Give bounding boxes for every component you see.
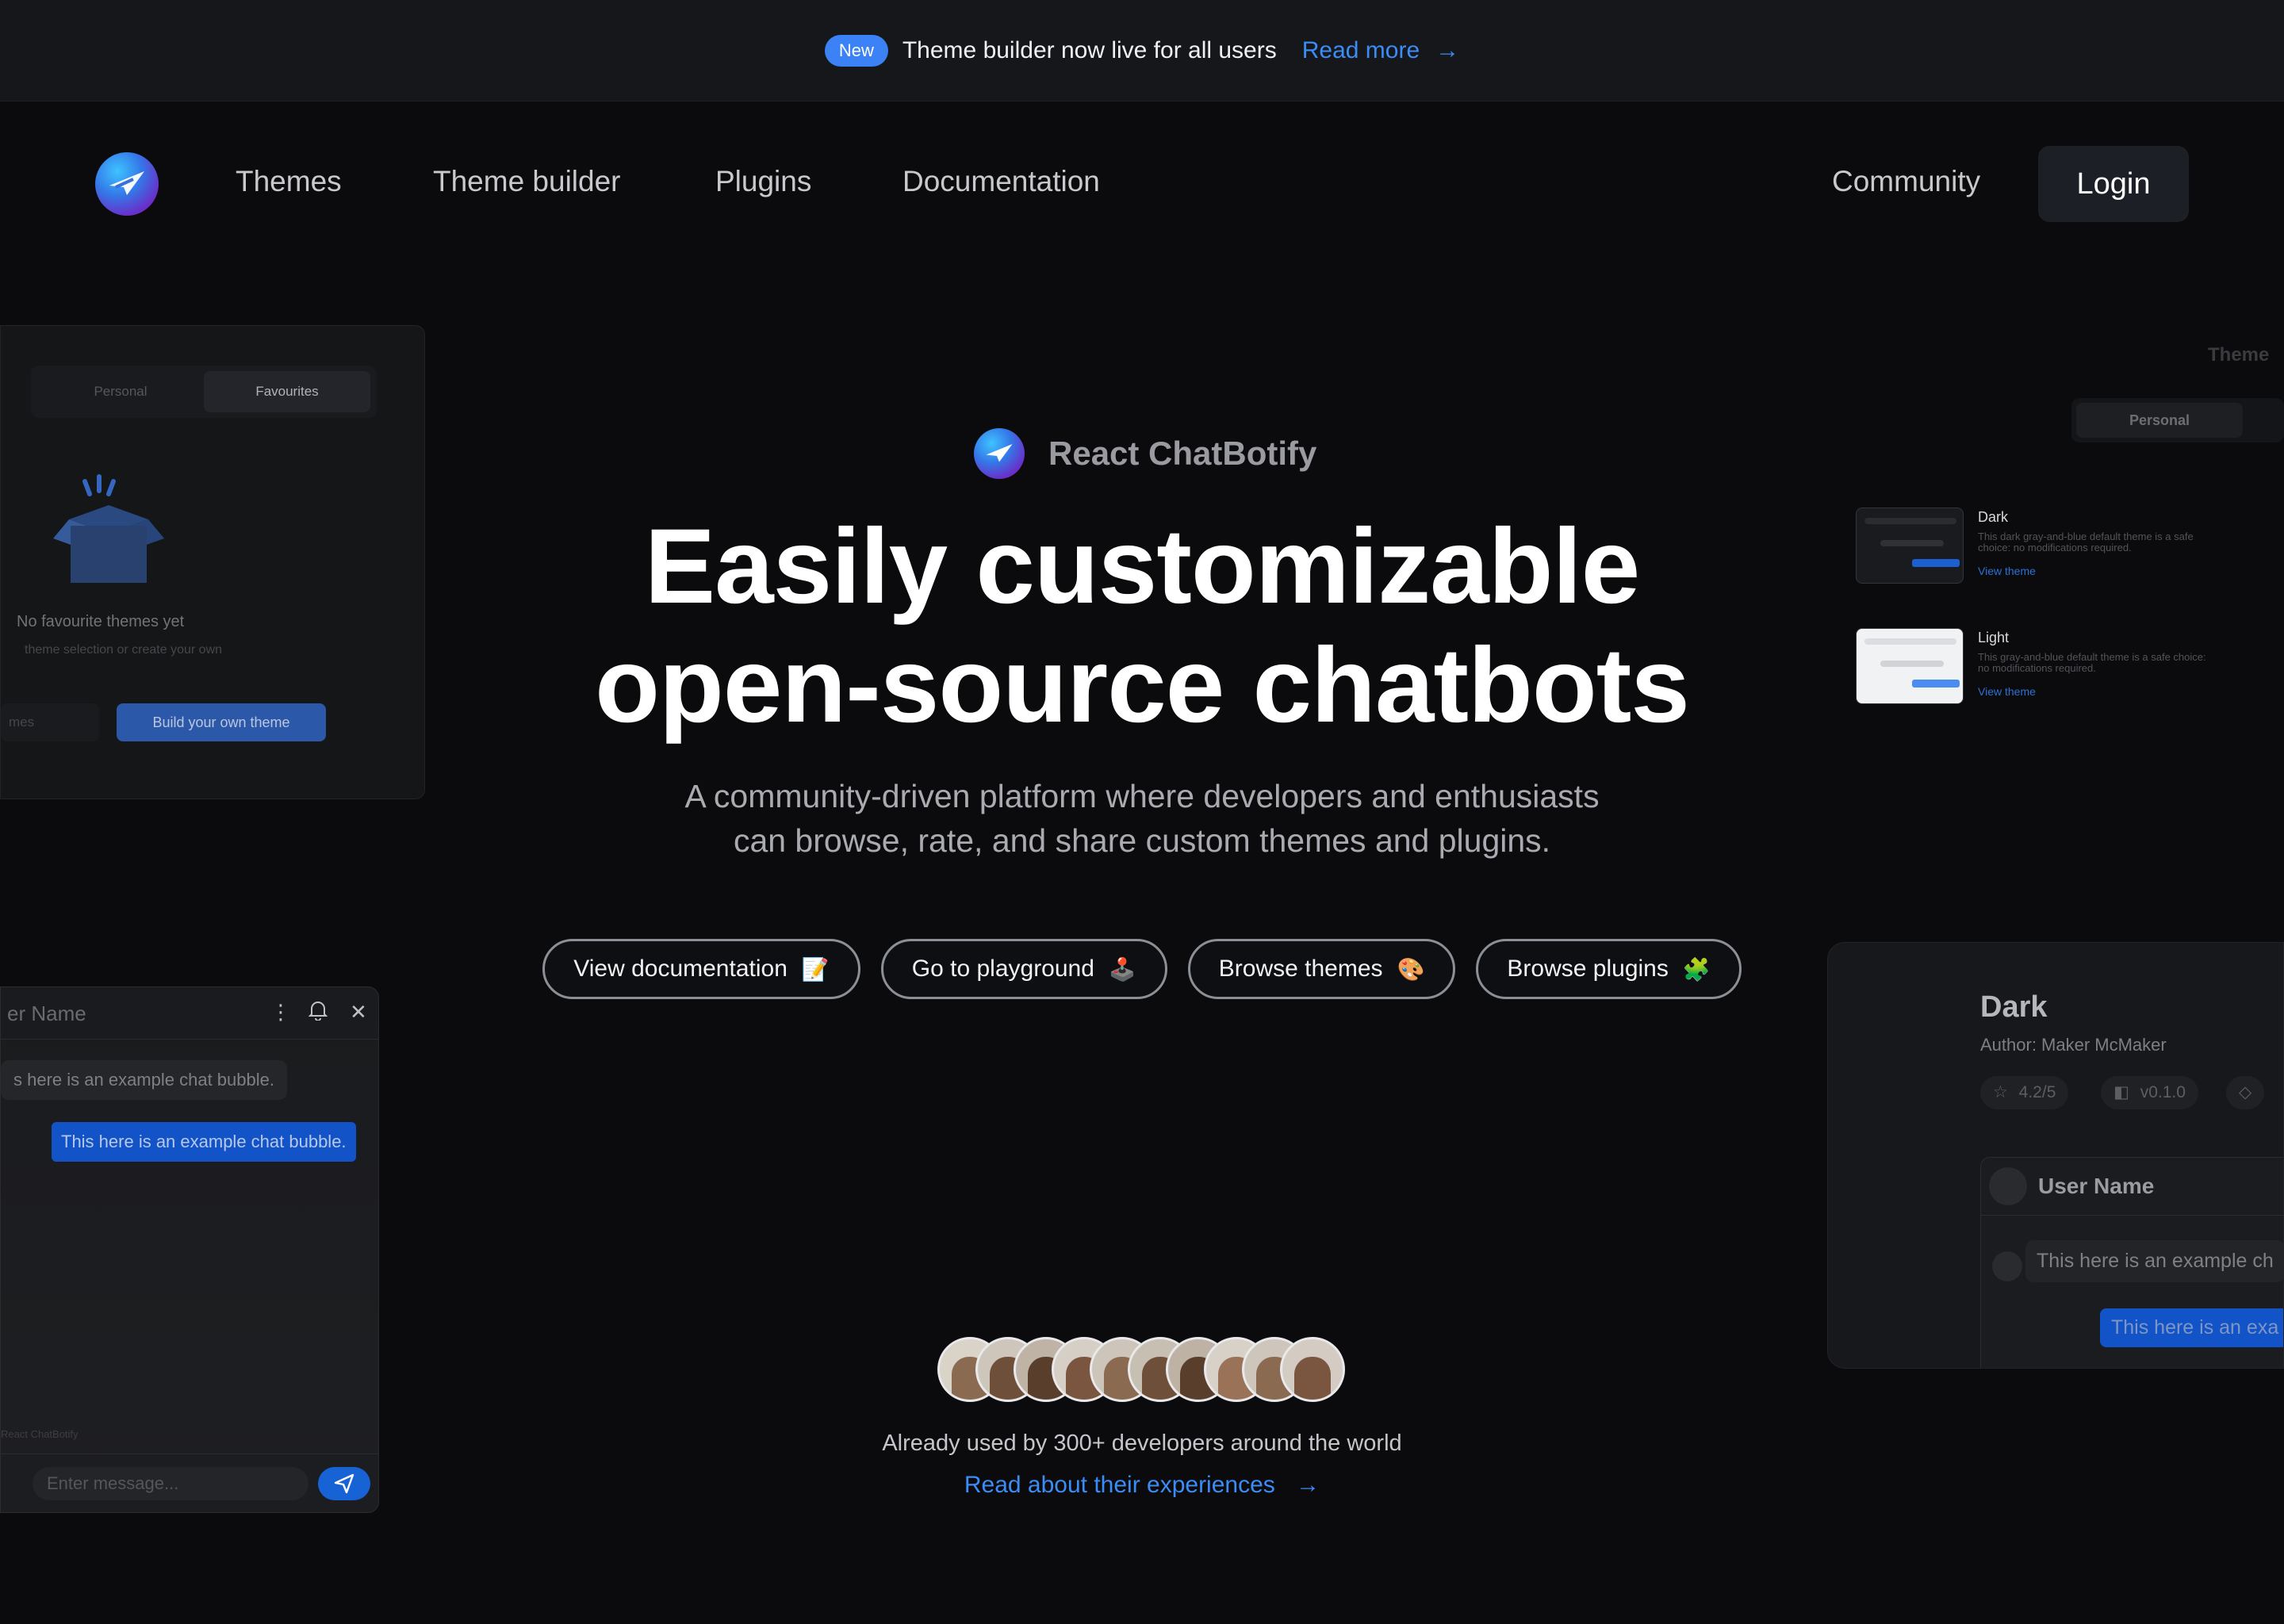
close-icon[interactable]: ✕ bbox=[350, 1000, 367, 1025]
tag-icon: ◇ bbox=[2239, 1083, 2252, 1101]
palette-icon: 🎨 bbox=[1397, 956, 1425, 982]
nav-themes[interactable]: Themes bbox=[236, 165, 342, 198]
announcement-text: Theme builder now live for all users bbox=[902, 36, 1277, 63]
theme-card-dark[interactable]: Dark This dark gray-and-blue default the… bbox=[1854, 508, 2284, 587]
brand-logo-icon bbox=[974, 428, 1025, 479]
tab-personal[interactable]: Personal bbox=[37, 371, 204, 412]
view-documentation-button[interactable]: View documentation 📝 bbox=[542, 939, 860, 999]
more-vertical-icon[interactable]: ⋮ bbox=[270, 1000, 291, 1025]
announcement-bar: New Theme builder now live for all users… bbox=[0, 0, 2284, 102]
developer-avatars bbox=[937, 1337, 1345, 1402]
read-experiences-label: Read about their experiences bbox=[964, 1472, 1275, 1498]
theme-author: Author: Maker McMaker bbox=[1980, 1035, 2167, 1055]
nav-plugins[interactable]: Plugins bbox=[715, 165, 811, 198]
theme-name: Dark bbox=[1978, 509, 2009, 525]
themes-panel-title: Theme bbox=[2208, 344, 2270, 366]
nav-theme-builder[interactable]: Theme builder bbox=[433, 165, 621, 198]
bell-icon[interactable] bbox=[308, 1000, 328, 1026]
chat-header-name: er Name bbox=[7, 1002, 86, 1025]
cta-label: Go to playground bbox=[911, 956, 1094, 982]
joystick-icon: 🕹️ bbox=[1108, 956, 1136, 982]
avatar bbox=[1280, 1337, 1345, 1402]
themes-panel-tabs: Personal bbox=[2071, 398, 2284, 442]
rating-badge: ☆ 4.2/5 bbox=[1980, 1076, 2069, 1109]
login-button[interactable]: Login bbox=[2038, 146, 2189, 222]
tab-personal[interactable]: Personal bbox=[2076, 403, 2243, 438]
nav-documentation[interactable]: Documentation bbox=[902, 165, 1100, 198]
star-icon: ☆ bbox=[1993, 1083, 2008, 1101]
divider bbox=[1981, 1215, 2283, 1216]
version-value: v0.1.0 bbox=[2140, 1083, 2186, 1101]
view-theme-link[interactable]: View theme bbox=[1978, 685, 2036, 698]
arrow-right-icon: → bbox=[1296, 1472, 1320, 1498]
chat-user-name: User Name bbox=[2038, 1174, 2155, 1198]
nav-community[interactable]: Community bbox=[1832, 165, 1980, 198]
theme-chat-preview: User Name This here is an example ch Thi… bbox=[1980, 1157, 2283, 1368]
arrow-right-icon: → bbox=[1435, 36, 1460, 63]
read-more-label: Read more bbox=[1301, 36, 1420, 63]
favourites-tabs: Personal Favourites bbox=[31, 366, 377, 418]
read-experiences-link[interactable]: Read about their experiences → bbox=[0, 1472, 2284, 1499]
new-badge: New bbox=[824, 34, 888, 67]
brand-row: React ChatBotify bbox=[974, 428, 1316, 479]
tab-favourites[interactable]: Favourites bbox=[204, 371, 370, 412]
cta-label: Browse plugins bbox=[1507, 956, 1669, 982]
brand-name: React ChatBotify bbox=[1048, 435, 1317, 472]
theme-detail-panel: Dark Author: Maker McMaker ☆ 4.2/5 ◧ v0.… bbox=[1827, 942, 2284, 1369]
hero-subtitle-line1: A community-driven platform where develo… bbox=[684, 778, 1600, 814]
hero-subtitle: A community-driven platform where develo… bbox=[0, 774, 2284, 863]
logo-icon[interactable] bbox=[95, 152, 159, 216]
avatar bbox=[1989, 1167, 2027, 1205]
theme-detail-title: Dark bbox=[1980, 990, 2048, 1024]
rating-value: 4.2/5 bbox=[2018, 1083, 2056, 1101]
cta-label: View documentation bbox=[573, 956, 788, 982]
version-icon: ◧ bbox=[2113, 1083, 2129, 1101]
go-to-playground-button[interactable]: Go to playground 🕹️ bbox=[880, 939, 1167, 999]
theme-thumbnail bbox=[1856, 628, 1964, 704]
theme-description: This dark gray-and-blue default theme is… bbox=[1978, 530, 2194, 553]
chat-bubble-user: This here is an example chat bubble. bbox=[52, 1122, 356, 1162]
avatar bbox=[1992, 1251, 2022, 1281]
chat-bubble-bot: s here is an example chat bubble. bbox=[1, 1060, 287, 1100]
theme-name: Light bbox=[1978, 630, 2010, 645]
theme-description: This gray-and-blue default theme is a sa… bbox=[1978, 651, 2206, 674]
tag-badge: ◇ bbox=[2226, 1076, 2265, 1109]
chat-bubble-user: This here is an exa bbox=[2100, 1308, 2283, 1347]
theme-thumbnail bbox=[1856, 508, 1964, 584]
usage-text: Already used by 300+ developers around t… bbox=[882, 1431, 1402, 1456]
theme-card-light[interactable]: Light This gray-and-blue default theme i… bbox=[1854, 628, 2284, 707]
browse-plugins-button[interactable]: Browse plugins 🧩 bbox=[1476, 939, 1742, 999]
version-badge: ◧ v0.1.0 bbox=[2101, 1076, 2198, 1109]
read-more-link[interactable]: Read more → bbox=[1302, 37, 1459, 64]
puzzle-icon: 🧩 bbox=[1682, 956, 1711, 982]
browse-themes-cta-button[interactable]: Browse themes 🎨 bbox=[1187, 939, 1456, 999]
cta-label: Browse themes bbox=[1218, 956, 1383, 982]
chat-bubble-bot: This here is an example ch bbox=[2025, 1240, 2283, 1282]
hero-subtitle-line2: can browse, rate, and share custom theme… bbox=[733, 822, 1551, 859]
view-theme-link[interactable]: View theme bbox=[1978, 565, 2036, 577]
memo-icon: 📝 bbox=[801, 956, 830, 982]
